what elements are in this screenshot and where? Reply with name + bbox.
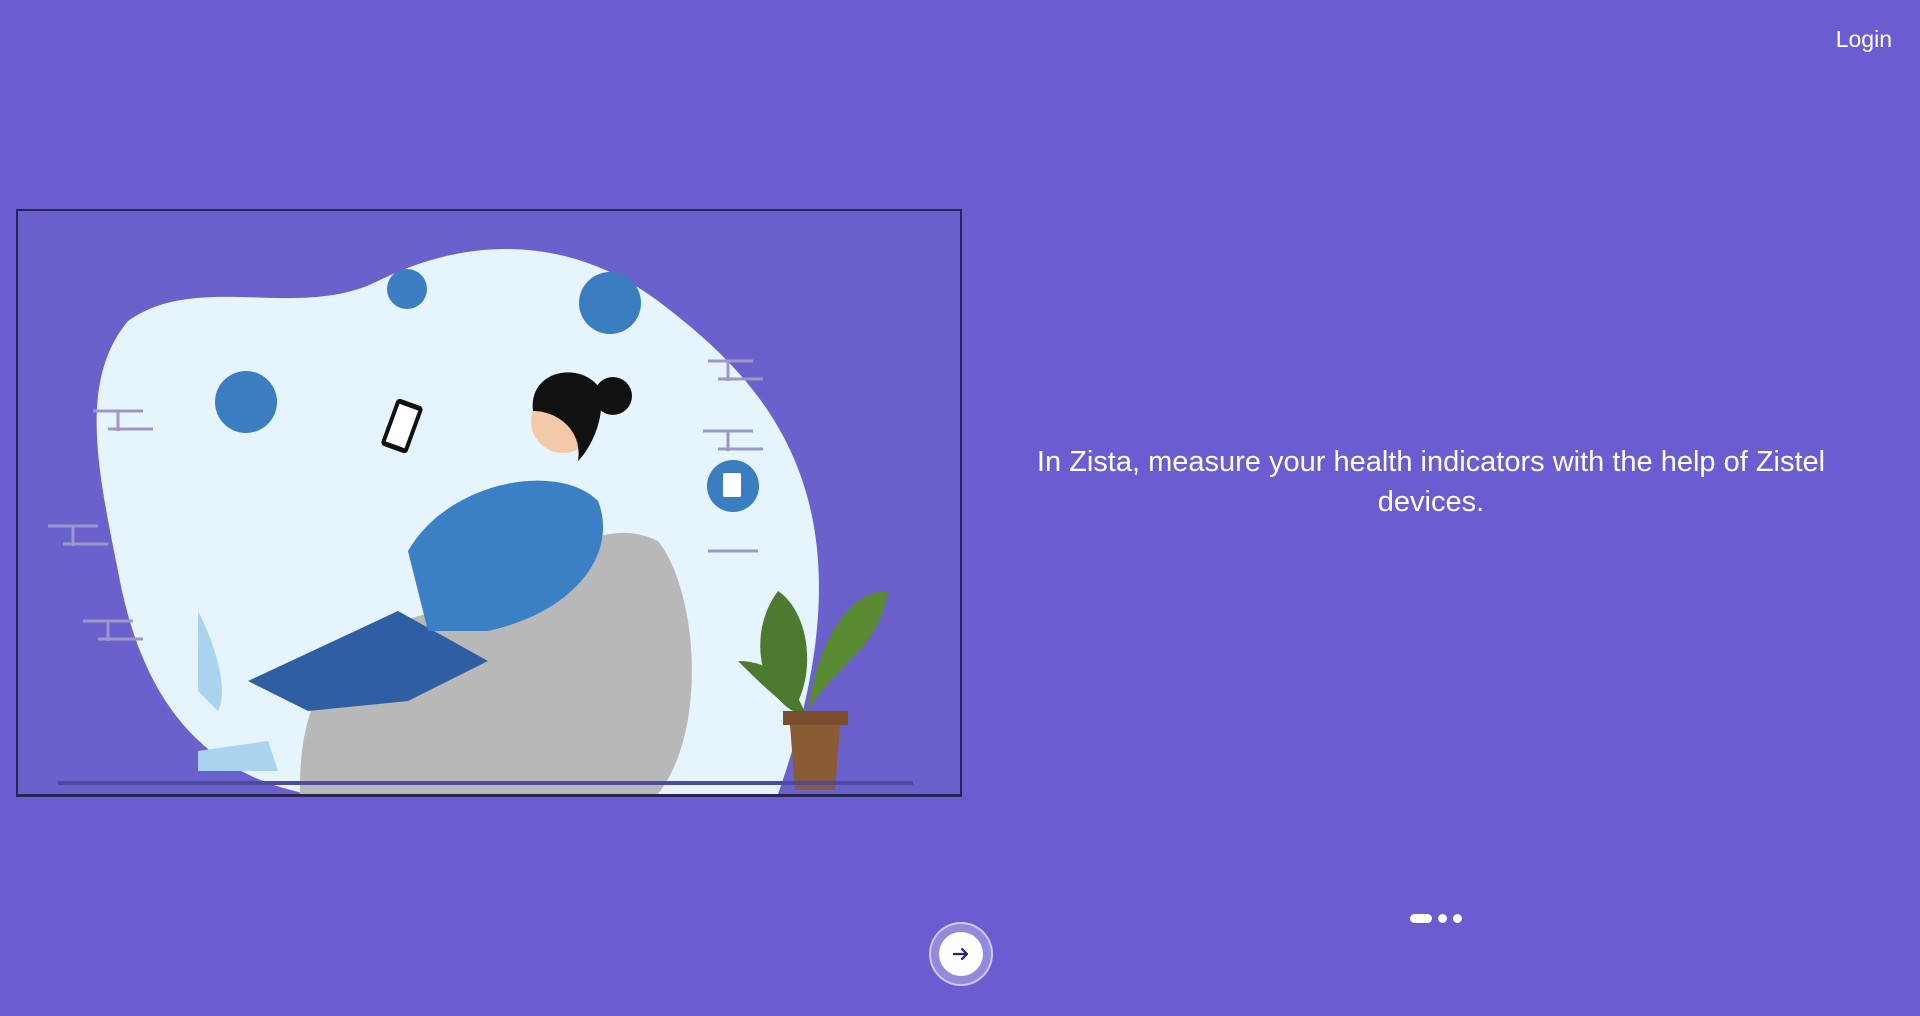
pills-icon (579, 272, 641, 334)
stethoscope-icon (215, 371, 277, 433)
next-button[interactable] (929, 922, 993, 986)
slide-dot-active[interactable] (1410, 914, 1432, 923)
slide-dot[interactable] (1438, 914, 1447, 923)
login-link[interactable]: Login (1836, 26, 1892, 53)
onboarding-illustration (16, 209, 962, 797)
woman-on-beanbag-illustration (18, 211, 960, 794)
arrow-right-icon (952, 947, 969, 961)
slide-dot[interactable] (1453, 914, 1462, 923)
onboarding-caption: In Zista, measure your health indicators… (1036, 446, 1826, 518)
test-tube-icon (387, 269, 427, 309)
slide-indicator (1410, 914, 1462, 923)
